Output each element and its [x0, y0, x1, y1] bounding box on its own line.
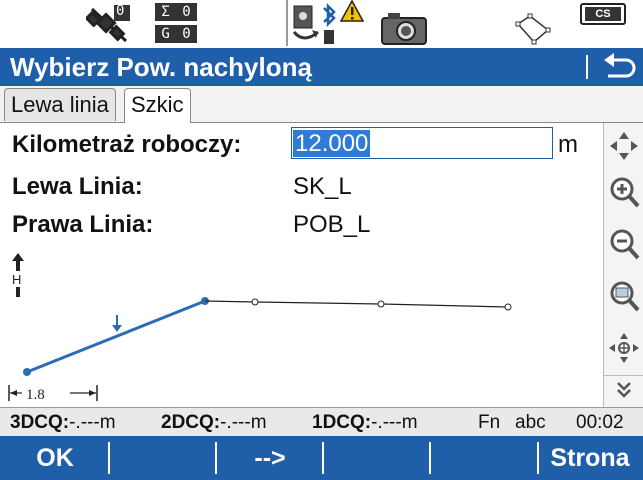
next-button[interactable]: -->	[217, 436, 323, 480]
fn-indicator: Fn	[478, 412, 501, 433]
toolbar-divider	[604, 375, 643, 376]
scale-bar	[8, 385, 98, 401]
chainage-value: 12.000	[293, 130, 371, 157]
quality-info-bar: 3DCQ:-.---m 2DCQ:-.---m 1DCQ:-.---m Fn a…	[0, 407, 643, 436]
dcq3-value: -.---m	[69, 412, 116, 433]
slope-start-point	[23, 368, 31, 376]
tab-lewa-linia[interactable]: Lewa linia	[4, 88, 116, 121]
more-down-icon[interactable]	[607, 377, 641, 403]
sigma-counter: Σ 0	[155, 3, 197, 21]
dcq1-label: 1DCQ:	[312, 412, 372, 433]
height-marker-label: H	[12, 272, 21, 287]
line-point	[251, 298, 259, 306]
left-line-path	[204, 300, 509, 308]
chainage-label: Kilometraż roboczy:	[12, 131, 242, 158]
sigma-value: 0	[182, 4, 191, 20]
chainage-input[interactable]: 12.000	[291, 127, 553, 159]
zoom-extent-icon[interactable]	[607, 279, 641, 313]
divider	[286, 0, 288, 46]
dcq2-label: 2DCQ:	[161, 412, 221, 433]
line-point	[504, 303, 512, 311]
dcq3-label: 3DCQ:	[10, 412, 70, 433]
tab-bar: Lewa linia Szkic	[0, 86, 643, 124]
zoom-out-icon[interactable]	[607, 227, 641, 261]
dcq2: 2DCQ:-.---m	[161, 412, 267, 434]
slope-line	[26, 299, 206, 374]
back-arrow-icon[interactable]	[594, 50, 640, 84]
zoom-in-icon[interactable]	[607, 175, 641, 209]
dcq2-value: -.---m	[220, 412, 267, 433]
slope-sketch[interactable]: H 1.8	[0, 247, 603, 407]
pan-icon[interactable]	[607, 129, 641, 163]
page-title: Wybierz Pow. nachyloną	[10, 52, 312, 82]
main-panel: Kilometraż roboczy: 12.000 m Lewa Linia:…	[0, 123, 603, 407]
input-mode: abc	[515, 412, 546, 433]
right-line-label: Prawa Linia:	[12, 211, 154, 238]
cs-label: CS	[585, 7, 621, 21]
tab-szkic[interactable]: Szkic	[124, 88, 191, 124]
softkey-empty-3[interactable]	[431, 436, 537, 480]
sigma-label: Σ	[161, 4, 170, 20]
g-counter: G 0	[155, 25, 197, 43]
page-button[interactable]: Strona	[539, 436, 641, 480]
dcq1: 1DCQ:-.---m	[312, 412, 418, 434]
down-arrow-marker-icon	[112, 315, 122, 332]
sketch-area-icon[interactable]	[514, 10, 562, 46]
satellite-count: 0	[116, 3, 125, 19]
dcq3: 3DCQ:-.---m	[10, 412, 116, 434]
ok-button[interactable]: OK	[2, 436, 108, 480]
dcq1-value: -.---m	[371, 412, 418, 433]
softkey-bar: OK --> Strona	[0, 436, 643, 480]
center-icon[interactable]	[607, 331, 641, 365]
g-label: G	[161, 26, 170, 42]
title-divider	[586, 55, 588, 79]
g-value: 0	[182, 26, 191, 42]
sketch-toolbar	[603, 123, 643, 407]
clock: 00:02	[576, 412, 624, 433]
scale-label: 1.8	[26, 387, 45, 403]
line-point	[377, 300, 385, 308]
right-line-value[interactable]: POB_L	[293, 211, 370, 239]
softkey-empty-1[interactable]	[110, 436, 216, 480]
battery-cs-icon[interactable]: CS	[580, 3, 626, 25]
status-bar: 0 Σ 0 G 0 CS	[0, 0, 643, 48]
camera-icon[interactable]	[380, 10, 428, 46]
chainage-unit: m	[558, 131, 578, 158]
left-line-value[interactable]: SK_L	[293, 173, 352, 201]
satellite-icon[interactable]	[86, 3, 134, 45]
warning-icon[interactable]	[340, 0, 364, 22]
title-bar: Wybierz Pow. nachyloną	[0, 48, 643, 86]
left-line-label: Lewa Linia:	[12, 173, 143, 200]
softkey-empty-2[interactable]	[324, 436, 430, 480]
